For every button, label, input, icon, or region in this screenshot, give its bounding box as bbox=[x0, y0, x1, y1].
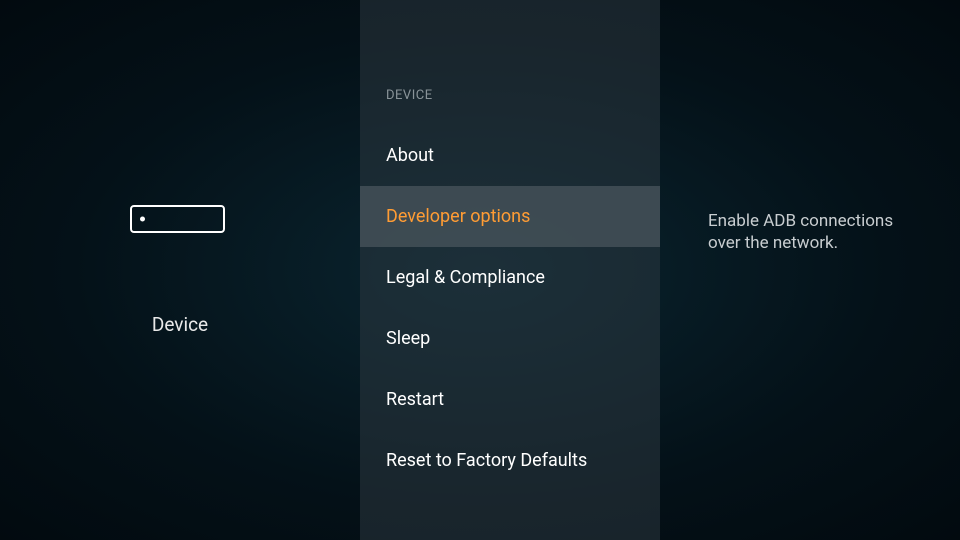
description-panel: Enable ADB connections over the network. bbox=[660, 0, 960, 540]
menu-item-label: Sleep bbox=[386, 328, 430, 349]
device-menu-panel: DEVICE About Developer options Legal & C… bbox=[360, 0, 660, 540]
menu-item-label: Developer options bbox=[386, 206, 530, 227]
menu-item-restart[interactable]: Restart bbox=[360, 369, 660, 430]
menu-item-reset-factory[interactable]: Reset to Factory Defaults bbox=[360, 430, 660, 491]
menu-section-header: DEVICE bbox=[360, 88, 660, 125]
menu-item-label: About bbox=[386, 145, 434, 166]
menu-item-about[interactable]: About bbox=[360, 125, 660, 186]
menu-item-legal-compliance[interactable]: Legal & Compliance bbox=[360, 247, 660, 308]
category-label: Device bbox=[152, 313, 208, 336]
menu-item-label: Restart bbox=[386, 389, 444, 410]
menu-item-sleep[interactable]: Sleep bbox=[360, 308, 660, 369]
device-stick-icon bbox=[130, 205, 225, 233]
left-category-panel: Device bbox=[0, 0, 360, 540]
menu-item-label: Reset to Factory Defaults bbox=[386, 450, 587, 471]
menu-item-developer-options[interactable]: Developer options bbox=[360, 186, 660, 247]
menu-item-label: Legal & Compliance bbox=[386, 267, 545, 288]
item-description: Enable ADB connections over the network. bbox=[708, 210, 920, 254]
